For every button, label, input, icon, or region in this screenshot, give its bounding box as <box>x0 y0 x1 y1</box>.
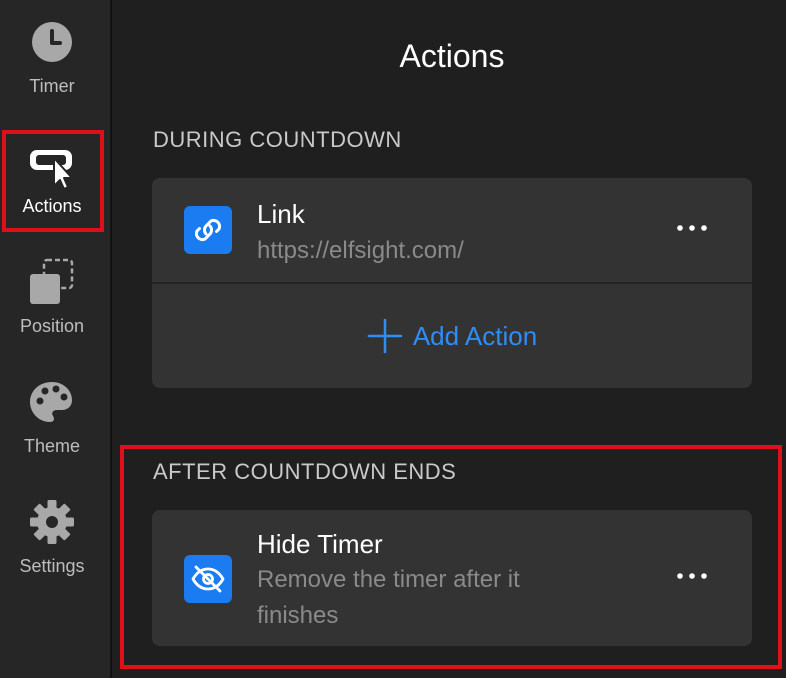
more-options-icon[interactable] <box>672 218 712 238</box>
during-countdown-card: Link https://elfsight.com/ Add Action <box>152 178 752 388</box>
sidebar-item-settings[interactable]: Settings <box>0 490 104 594</box>
sidebar-item-label: Settings <box>19 556 85 576</box>
gear-icon <box>30 500 74 544</box>
app-window: Timer Actions Position Theme Settings Ac… <box>0 0 786 678</box>
sidebar-item-position[interactable]: Position <box>0 250 104 354</box>
main-panel: Actions DURING COUNTDOWN Link https://el… <box>112 0 786 678</box>
section-highlight <box>120 445 782 669</box>
add-action-button[interactable]: Add Action <box>152 316 752 356</box>
link-icon <box>184 206 232 254</box>
add-action-label: Add Action <box>412 321 538 351</box>
action-title: Link <box>257 199 305 229</box>
position-icon <box>30 258 74 304</box>
plus-icon <box>367 318 403 354</box>
active-item-highlight <box>2 130 104 232</box>
page-title: Actions <box>399 38 505 74</box>
clock-icon <box>32 22 72 62</box>
sidebar-item-theme[interactable]: Theme <box>0 370 104 474</box>
palette-icon <box>30 382 72 422</box>
sidebar-item-label: Timer <box>29 76 75 96</box>
sidebar-item-label: Theme <box>23 436 81 456</box>
sidebar-item-timer[interactable]: Timer <box>0 10 104 114</box>
sidebar-item-label: Position <box>19 316 85 336</box>
card-divider <box>152 282 752 284</box>
sidebar: Timer Actions Position Theme Settings <box>0 0 112 678</box>
action-item-link[interactable]: Link https://elfsight.com/ <box>152 178 752 282</box>
action-description: https://elfsight.com/ <box>257 237 464 264</box>
section-heading-during-countdown: DURING COUNTDOWN <box>153 127 402 152</box>
